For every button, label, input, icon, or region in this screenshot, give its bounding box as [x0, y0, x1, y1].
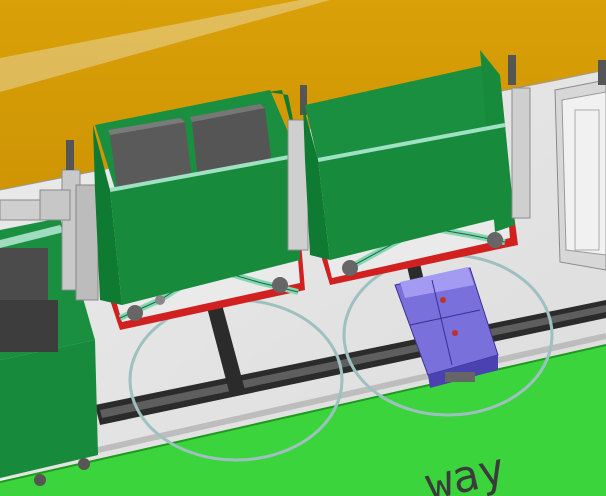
workcell-scene: way — [0, 0, 606, 496]
cart-1 — [93, 90, 305, 330]
